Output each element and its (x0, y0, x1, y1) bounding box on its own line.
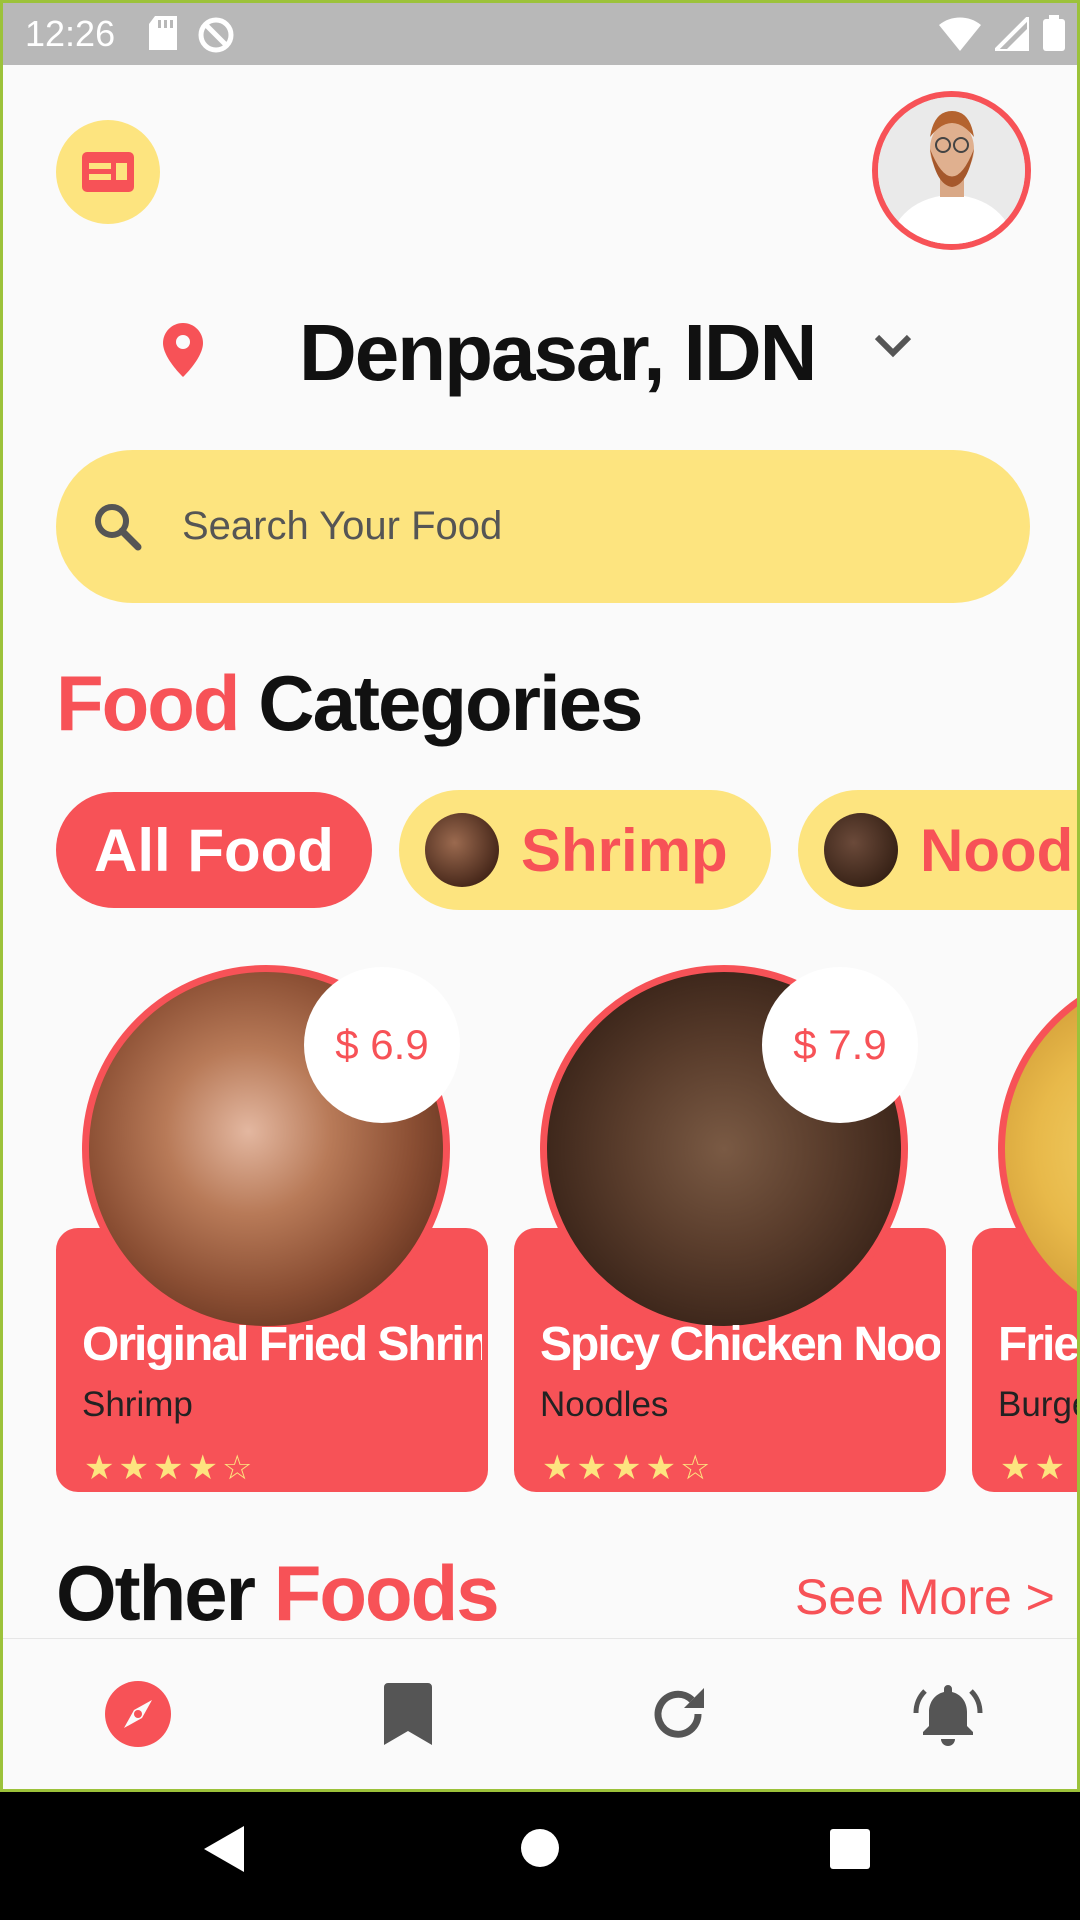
bell-icon (913, 1685, 983, 1746)
back-icon[interactable] (204, 1826, 244, 1872)
star-icon: ★ (1000, 1449, 1031, 1487)
categories-title-accent: Food (56, 659, 241, 747)
food-name: Original Fried Shrim (82, 1318, 482, 1371)
sd-card-icon (149, 16, 177, 50)
food-name: Frie (998, 1318, 1079, 1371)
search-icon (95, 504, 142, 551)
food-name: Spicy Chicken Nooc (540, 1318, 940, 1371)
star-icon: ★ (84, 1449, 115, 1487)
category-chip-label: All Food (94, 816, 334, 884)
wifi-icon (939, 17, 981, 51)
food-category: Burge (998, 1385, 1077, 1424)
price-badge: $ 6.9 (304, 967, 460, 1123)
star-icon: ★ (187, 1449, 218, 1487)
star-half-icon: ☆ (679, 1449, 711, 1487)
status-time: 12:26 (25, 13, 116, 54)
battery-icon (1043, 15, 1065, 51)
food-card[interactable]: $ 6.9 Original Fried Shrim Shrimp ★ ★ ★ … (56, 965, 488, 1492)
star-icon: ★ (152, 1449, 184, 1487)
star-icon: ★ (542, 1449, 573, 1487)
category-chip-all-food[interactable]: All Food (56, 792, 372, 908)
location-selector[interactable]: Denpasar, IDN (3, 303, 1077, 403)
food-category: Shrimp (82, 1385, 193, 1424)
bookmark-icon (384, 1683, 432, 1745)
location-pin-icon (163, 323, 203, 377)
search-input[interactable] (182, 450, 982, 603)
nav-refresh[interactable] (633, 1669, 723, 1759)
bottom-nav (3, 1638, 1077, 1789)
star-icon: ★ (118, 1449, 149, 1487)
app-frame: 12:26 Denpasar, IDN Search Your Food Foo… (0, 0, 1080, 1792)
other-foods-title-rest: Other (56, 1549, 256, 1637)
status-right-icons (939, 15, 1065, 51)
star-icon: ★ (645, 1449, 676, 1487)
rating-stars: ★ ★ ★ ★ ☆ (84, 1451, 252, 1485)
categories-title-rest: Categories (258, 659, 643, 747)
category-chip-label: Shrimp (521, 816, 728, 884)
food-card[interactable]: $ 7.9 Spicy Chicken Nooc Noodles ★ ★ ★ ★… (514, 965, 946, 1492)
star-icon: ★ (610, 1449, 642, 1487)
star-icon: ★ (1034, 1449, 1065, 1487)
food-category: Noodles (540, 1385, 669, 1424)
location-text: Denpasar, IDN (299, 308, 817, 397)
food-card[interactable]: Frie Burge ★ ★ (972, 965, 1079, 1492)
other-foods-title: Other Foods (56, 1548, 500, 1639)
nav-notifications[interactable] (903, 1669, 993, 1759)
category-chip-noodles[interactable]: Noodl (798, 790, 1080, 910)
search-bar[interactable] (56, 450, 1030, 603)
avatar[interactable] (872, 91, 1031, 250)
categories-title: Food Categories (56, 658, 643, 749)
sync-off-icon (198, 17, 234, 53)
status-bar: 12:26 (3, 3, 1077, 65)
rating-stars: ★ ★ (1000, 1451, 1065, 1485)
newspaper-icon (82, 152, 134, 192)
nav-explore[interactable] (93, 1669, 183, 1759)
rating-stars: ★ ★ ★ ★ ☆ (542, 1451, 710, 1485)
profile-photo (878, 97, 1025, 244)
category-chip-shrimp[interactable]: Shrimp (399, 790, 771, 910)
noodles-thumbnail (824, 813, 898, 887)
star-icon: ★ (576, 1449, 607, 1487)
see-more-link[interactable]: See More > (795, 1568, 1055, 1626)
price-badge: $ 7.9 (762, 967, 918, 1123)
star-half-icon: ☆ (221, 1449, 253, 1487)
compass-icon (105, 1681, 171, 1747)
recents-icon[interactable] (830, 1829, 870, 1869)
home-icon[interactable] (520, 1828, 560, 1868)
menu-button[interactable] (56, 120, 160, 224)
refresh-icon (654, 1688, 704, 1738)
system-nav-bar (0, 1792, 1080, 1920)
nav-bookmarks[interactable] (363, 1669, 453, 1759)
status-left-icons (149, 16, 235, 54)
category-chip-label: Noodl (920, 816, 1080, 884)
shrimp-thumbnail (425, 813, 499, 887)
other-foods-title-accent: Foods (273, 1549, 500, 1637)
chevron-down-icon[interactable] (873, 333, 913, 359)
signal-icon (995, 17, 1029, 51)
